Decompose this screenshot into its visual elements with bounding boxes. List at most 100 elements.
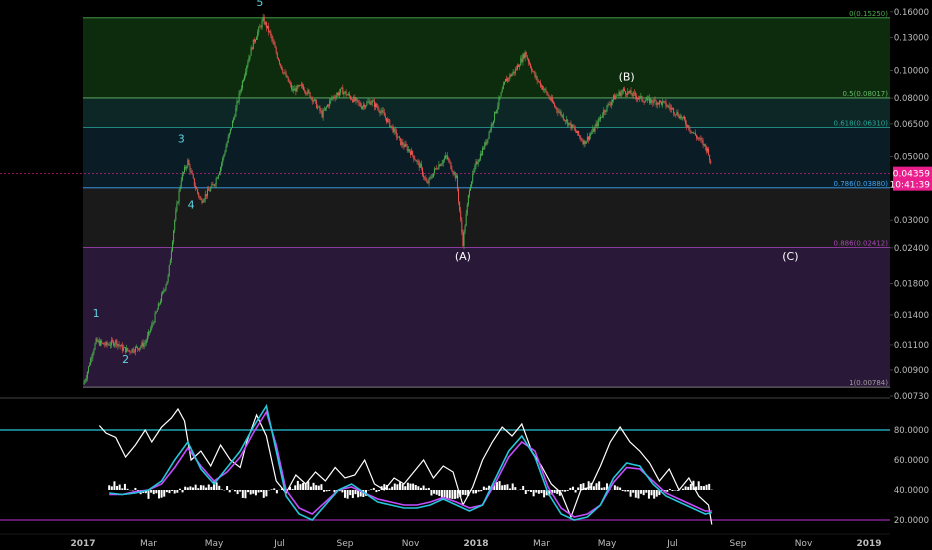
candle-body — [627, 91, 629, 95]
candle-body — [470, 186, 472, 191]
candle-body — [331, 98, 333, 99]
candle-body — [419, 163, 421, 168]
candle-body — [126, 347, 128, 353]
histogram-bar — [501, 485, 504, 490]
candle-body — [667, 105, 669, 107]
time-axis[interactable]: 2017 Mar May Jul Sep Nov 2018 Mar May Jul Sep Nov 20… — [0, 533, 890, 549]
candle-body — [358, 102, 360, 104]
histogram-bar — [218, 485, 221, 490]
candle-body — [173, 230, 175, 243]
histogram-bar — [393, 483, 396, 490]
histogram-bar — [705, 484, 708, 490]
histogram-bar — [354, 490, 357, 495]
candle-body — [694, 132, 696, 136]
candle-body — [412, 150, 414, 156]
candle-body — [566, 119, 568, 122]
candle-body — [385, 117, 387, 123]
candle-body — [97, 340, 99, 342]
candle-body — [554, 103, 556, 107]
histogram-bar — [506, 484, 509, 490]
candle-body — [106, 342, 108, 345]
oscillator-axis[interactable]: 80.0000 60.0000 40.0000 20.0000 — [894, 426, 929, 526]
candle-body — [245, 71, 247, 76]
candle-body — [522, 54, 524, 62]
candle-body — [643, 101, 645, 103]
candle-body — [591, 132, 593, 135]
histogram-bar — [186, 487, 189, 490]
candle-body — [693, 132, 695, 134]
candle-body — [511, 73, 513, 77]
candle-body — [318, 106, 320, 108]
candle-body — [348, 93, 350, 97]
candle-body — [166, 281, 168, 286]
candle-body — [658, 100, 660, 105]
price-tick-label: 0.01400 — [894, 311, 929, 321]
candle-body — [252, 39, 254, 50]
histogram-bar — [553, 490, 556, 493]
candle-body — [372, 100, 374, 102]
candle-body — [189, 164, 191, 172]
histogram-bar — [299, 484, 302, 490]
candle-body — [515, 69, 517, 70]
candle-body — [530, 64, 532, 68]
candle-body — [440, 164, 442, 166]
candle-body — [582, 140, 584, 145]
candle-body — [289, 82, 291, 85]
candle-body — [370, 102, 372, 105]
candle-body — [655, 100, 657, 105]
candle-body — [441, 163, 443, 165]
histogram-bar — [524, 490, 527, 495]
price-axis[interactable]: 0.16000 0.13000 0.10000 0.08000 0.06500 0.050… — [890, 8, 929, 402]
candle-body — [601, 116, 603, 118]
candle-body — [282, 69, 284, 73]
candle-body — [122, 347, 124, 351]
candle-body — [101, 340, 103, 343]
histogram-bar — [514, 487, 517, 490]
candle-body — [448, 159, 450, 161]
candle-body — [116, 340, 118, 346]
histogram-bar — [650, 490, 653, 496]
candle-body — [537, 80, 539, 82]
candle-body — [310, 97, 312, 99]
histogram-bar — [472, 490, 475, 494]
candle-body — [143, 343, 145, 347]
candle-body — [345, 91, 347, 96]
candle-body — [117, 344, 119, 346]
histogram-bar — [464, 490, 467, 496]
candle-body — [506, 78, 508, 82]
candle-body — [390, 125, 392, 127]
candle-body — [127, 347, 129, 351]
histogram-bar — [294, 485, 297, 490]
candle-body — [93, 349, 95, 354]
candle-body — [336, 93, 338, 96]
histogram-bar — [613, 485, 616, 490]
candle-body — [121, 344, 123, 351]
candle-body — [321, 111, 323, 118]
candle-body — [492, 120, 494, 125]
histogram-bar — [265, 490, 268, 497]
fib-level-label: 0.618(0.06310) — [834, 120, 889, 128]
candle-body — [114, 343, 116, 346]
chart-canvas[interactable]: 0(0.15250) 0.5(0.08017) 0.618(0.06310) 0.78… — [0, 0, 932, 550]
histogram-bar — [653, 490, 656, 499]
candle-body — [520, 58, 522, 66]
candle-body — [119, 345, 121, 347]
histogram-bar — [254, 490, 257, 496]
candle-body — [417, 160, 419, 162]
candle-body — [676, 112, 678, 115]
candle-body — [368, 101, 370, 103]
candle-body — [462, 232, 464, 246]
candle-body — [709, 154, 711, 161]
time-tick-label: 2017 — [70, 539, 95, 549]
candle-body — [344, 91, 346, 93]
histogram-bar — [396, 484, 399, 490]
candle-body — [279, 60, 280, 64]
candle-body — [353, 97, 355, 102]
candle-body — [595, 123, 597, 127]
candle-body — [640, 95, 642, 97]
candle-body — [599, 117, 601, 120]
candle-body — [179, 186, 181, 191]
wave-label: (C) — [782, 250, 798, 263]
candle-body — [288, 81, 290, 83]
candle-body — [86, 372, 88, 379]
